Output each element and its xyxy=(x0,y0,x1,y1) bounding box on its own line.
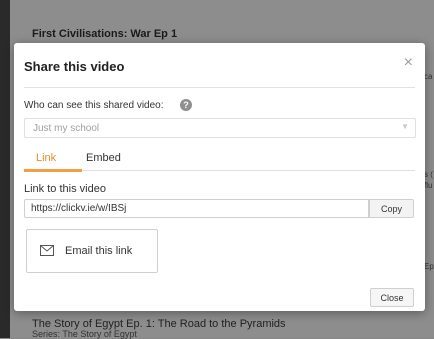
envelope-icon xyxy=(40,245,54,256)
help-icon[interactable]: ? xyxy=(180,99,192,111)
audience-label: Who can see this shared video: xyxy=(24,100,164,111)
close-button[interactable]: Close xyxy=(370,288,414,307)
share-link-input[interactable] xyxy=(24,199,369,218)
background-text-fragment: flu xyxy=(424,181,433,190)
share-tabs: Link Embed xyxy=(24,146,415,172)
email-link-label: Email this link xyxy=(65,245,133,257)
background-text-fragment: s ( xyxy=(424,170,433,179)
background-video-title: First Civilisations: War Ep 1 xyxy=(32,28,178,40)
active-tab-indicator xyxy=(24,169,82,172)
audience-select[interactable]: Just my school ▼ xyxy=(24,118,416,138)
close-icon[interactable]: × xyxy=(404,55,413,71)
dialog-title: Share this video xyxy=(24,59,125,74)
copy-button[interactable]: Copy xyxy=(369,199,414,218)
chevron-down-icon: ▼ xyxy=(401,122,409,131)
share-video-dialog: Share this video × Who can see this shar… xyxy=(14,43,425,311)
link-label: Link to this video xyxy=(24,183,106,195)
background-left-strip xyxy=(0,0,10,338)
tab-embed[interactable]: Embed xyxy=(86,152,121,164)
dialog-header: Share this video × xyxy=(24,43,415,88)
email-link-button[interactable]: Email this link xyxy=(26,229,158,273)
tab-link[interactable]: Link xyxy=(36,152,56,164)
audience-select-value: Just my school xyxy=(33,123,100,134)
background-text-fragment: Ep xyxy=(424,262,434,271)
background-text-fragment: ca xyxy=(424,72,433,81)
